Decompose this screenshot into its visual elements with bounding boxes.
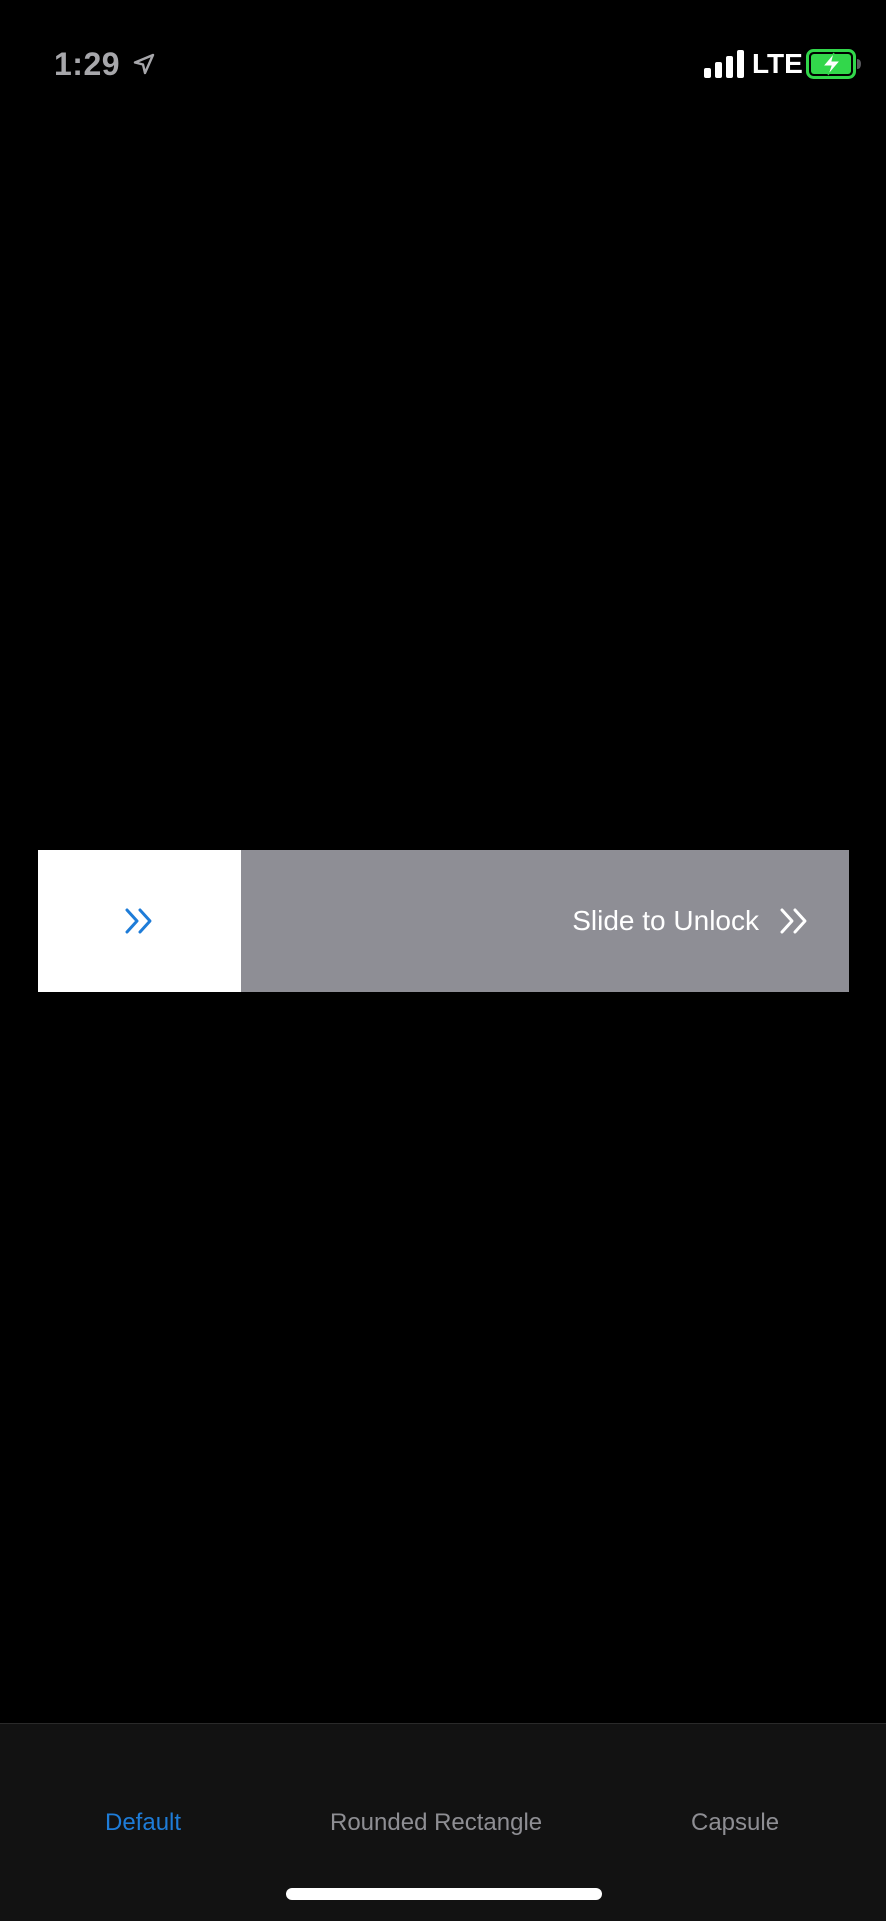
- slider-thumb[interactable]: [38, 850, 241, 992]
- status-time: 1:29: [54, 46, 121, 82]
- tab-rounded-rectangle[interactable]: Rounded Rectangle: [330, 1808, 542, 1838]
- network-type-label: LTE: [752, 48, 803, 79]
- battery-charging-icon: [806, 49, 861, 79]
- home-indicator[interactable]: [286, 1888, 602, 1900]
- cellular-signal-icon: [704, 50, 744, 78]
- tab-default[interactable]: Default: [105, 1808, 181, 1838]
- slider-label: Slide to Unlock: [572, 905, 759, 936]
- tab-capsule[interactable]: Capsule: [691, 1808, 779, 1838]
- status-bar: 1:29 LTE: [0, 0, 886, 120]
- location-arrow-icon: [133, 53, 155, 75]
- double-chevron-right-icon: [780, 908, 807, 934]
- double-chevron-right-icon: [125, 908, 151, 934]
- slide-to-unlock-slider[interactable]: Slide to Unlock: [38, 850, 849, 992]
